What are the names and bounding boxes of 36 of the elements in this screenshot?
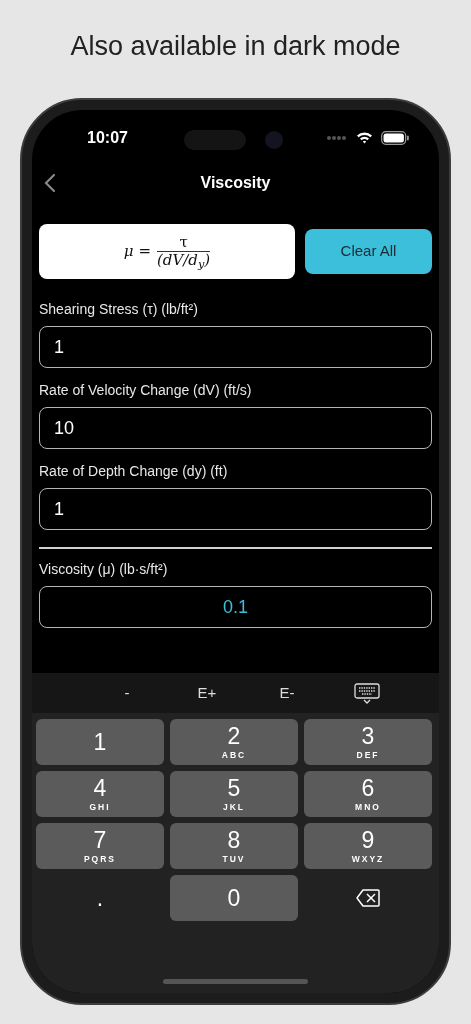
signal-icon [326,134,348,141]
clear-all-button[interactable]: Clear All [305,229,432,274]
camera-icon [265,131,283,149]
status-time: 10:07 [87,127,128,148]
field-label: Shearing Stress (τ) (lb/ft²) [39,300,199,318]
field-label: Viscosity (μ) (lb·s/ft²) [39,560,169,578]
keypad-key[interactable]: 0 [170,875,298,921]
keypad-key[interactable]: . [36,875,164,921]
keypad-key[interactable]: 7 PQRS [36,823,164,869]
keypad-key[interactable]: 4 GHI [36,771,164,817]
keypad-key[interactable]: 8 TUV [170,823,298,869]
keyboard-dismiss-icon[interactable] [354,682,380,705]
formula-numerator: τ [156,233,211,252]
result-field: 0.1 [39,586,432,628]
keypad-key[interactable]: 6 MNO [304,771,432,817]
input-field[interactable]: 10 [39,407,432,449]
keypad-key[interactable]: 9 WXYZ [304,823,432,869]
toolbar-key[interactable]: - [87,681,167,705]
field-label: Rate of Depth Change (dy) (ft) [39,462,229,480]
keypad-key[interactable]: 1 [36,719,164,765]
screen-title: Viscosity [200,172,271,193]
backspace-icon[interactable] [356,889,380,907]
battery-icon [381,130,409,145]
input-field[interactable]: 1 [39,488,432,530]
caption: Also available in dark mode [69,30,402,63]
keypad-key[interactable]: 5 JKL [170,771,298,817]
formula-lhs: μ = [123,241,151,263]
toolbar-key[interactable]: E+ [167,681,247,705]
input-field[interactable]: 1 [39,326,432,368]
back-icon[interactable] [44,173,56,193]
keypad-key[interactable]: 2 ABC [170,719,298,765]
wifi-icon [356,131,373,144]
toolbar-key[interactable]: E- [247,681,327,705]
formula-denominator: (dV/d$_{y}$) [156,252,211,270]
keypad-key[interactable]: 3 DEF [304,719,432,765]
field-label: Rate of Velocity Change (dV) (ft/s) [39,381,253,399]
